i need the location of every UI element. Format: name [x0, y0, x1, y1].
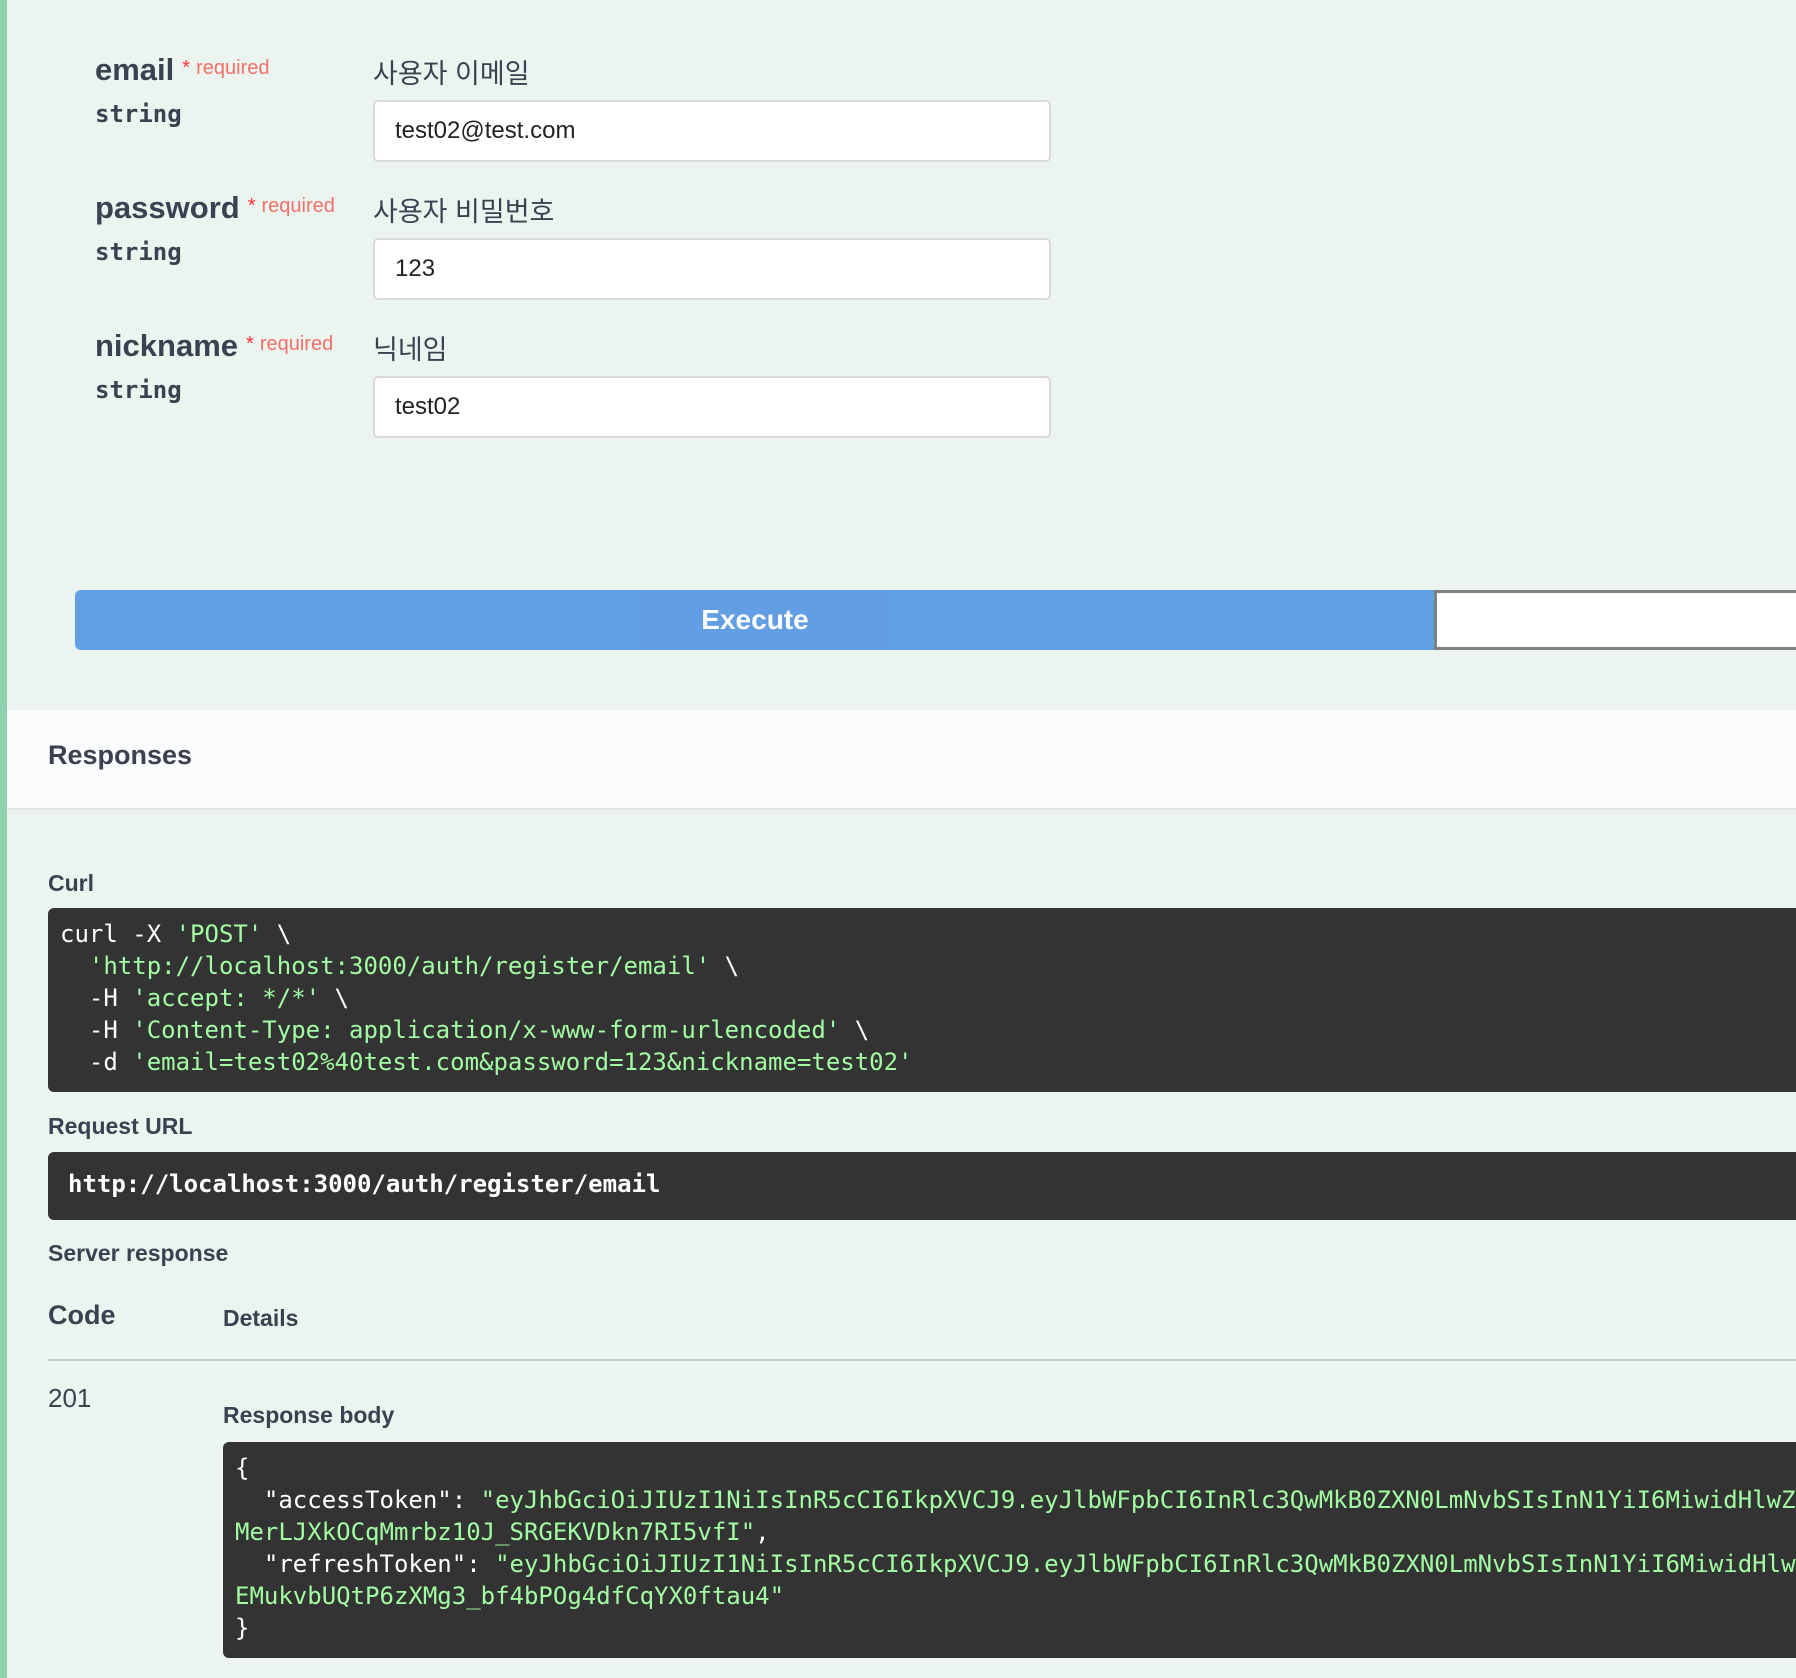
param-description: 사용자 비밀번호: [373, 197, 555, 227]
email-field[interactable]: [373, 100, 1051, 162]
nickname-field[interactable]: [373, 376, 1051, 438]
request-url-label: Request URL: [48, 1113, 193, 1139]
required-star: *: [246, 332, 254, 355]
details-column-header: Details: [223, 1305, 299, 1331]
param-type: string: [95, 100, 182, 128]
request-url: http://localhost:3000/auth/register/emai…: [68, 1170, 661, 1198]
param-name: password: [95, 190, 240, 225]
response-body-label: Response body: [223, 1402, 395, 1428]
code-column-header: Code: [48, 1300, 116, 1330]
execute-button[interactable]: Execute: [75, 590, 1435, 650]
response-status-code: 201: [48, 1383, 92, 1413]
param-password: password * required string: [95, 190, 335, 266]
param-name: email: [95, 52, 175, 87]
response-body-block[interactable]: { "accessToken": "eyJhbGciOiJIUzI1NiIsIn…: [223, 1442, 1796, 1658]
param-type: string: [95, 376, 182, 404]
response-body: { "accessToken": "eyJhbGciOiJIUzI1NiIsIn…: [235, 1454, 1796, 1642]
curl-block[interactable]: curl -X 'POST' \ 'http://localhost:3000/…: [48, 908, 1796, 1092]
param-type: string: [95, 238, 182, 266]
request-url-block: http://localhost:3000/auth/register/emai…: [48, 1152, 1796, 1220]
required-label: required: [259, 332, 334, 355]
clear-button[interactable]: [1434, 590, 1796, 650]
responses-title: Responses: [48, 740, 193, 770]
required-label: required: [196, 56, 270, 79]
server-response-label: Server response: [48, 1240, 229, 1266]
operation-block: email*required string 사용자 이메일 password*r…: [0, 0, 1796, 1678]
param-description: 사용자 이메일: [373, 59, 530, 89]
responses-header: Responses: [7, 710, 1796, 810]
table-divider: [48, 1359, 1796, 1361]
required-star: *: [247, 194, 256, 217]
param-name: nickname: [95, 328, 239, 363]
curl-label: Curl: [48, 870, 94, 896]
required-star: *: [182, 56, 191, 79]
param-email: email * required string: [95, 52, 270, 128]
param-nickname: nickname * required string: [95, 328, 334, 404]
param-description: 닉네임: [373, 335, 448, 365]
required-label: required: [261, 194, 335, 217]
curl-code: curl -X 'POST' \ 'http://localhost:3000/…: [60, 920, 913, 1076]
password-field[interactable]: [373, 238, 1051, 300]
